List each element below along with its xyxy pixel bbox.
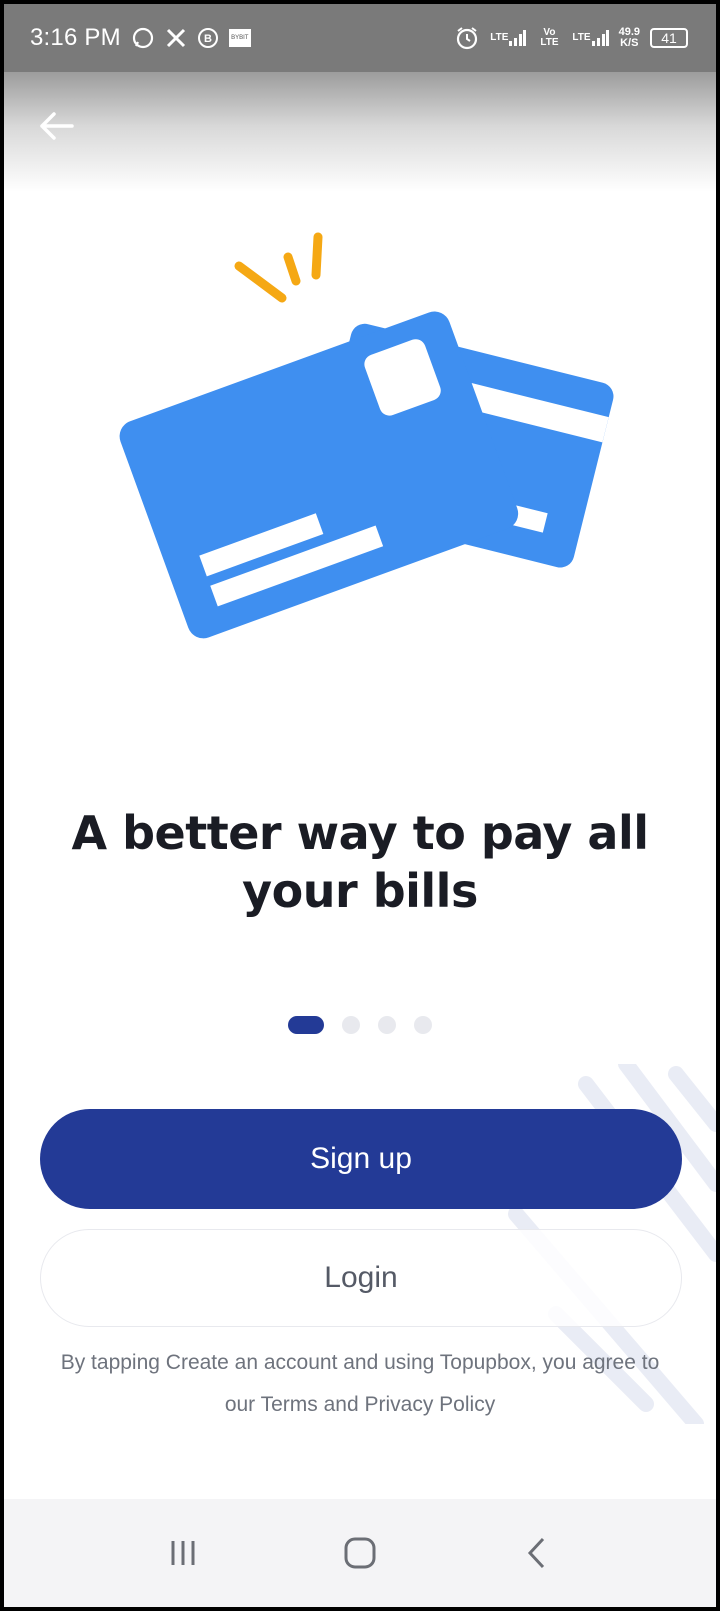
signal-lte-icon: LTE <box>490 29 527 47</box>
header-background <box>4 72 716 192</box>
pager-dot-2[interactable] <box>342 1016 360 1034</box>
x-icon <box>165 27 187 49</box>
terms-text: By tapping Create an account and using T… <box>60 1351 660 1416</box>
battery-icon: 41 <box>650 28 688 48</box>
signup-button[interactable]: Sign up <box>40 1109 682 1209</box>
home-button[interactable] <box>330 1523 390 1583</box>
home-icon <box>344 1537 376 1569</box>
status-left: 3:16 PM B BYBIT <box>30 24 251 52</box>
svg-text:B: B <box>204 33 212 45</box>
lte-label-2: LTE <box>572 32 591 43</box>
front-card <box>119 311 519 639</box>
signal-lte-icon-2: LTE <box>572 29 609 47</box>
onboarding-headline: A better way to pay all your bills <box>71 806 649 918</box>
status-bar: 3:16 PM B BYBIT LTE Vo LTE LTE 49.9 K/S … <box>4 4 716 72</box>
b-circle-icon: B <box>197 27 219 49</box>
back-button[interactable] <box>34 104 78 148</box>
alarm-icon <box>454 25 480 51</box>
credit-cards-illustration <box>119 232 614 639</box>
status-right: LTE Vo LTE LTE 49.9 K/S 41 <box>454 25 688 51</box>
recent-apps-icon <box>171 1541 195 1565</box>
lte-label-1: LTE <box>490 32 509 43</box>
pager-indicator <box>4 1016 716 1034</box>
sparkle-lines <box>234 232 323 303</box>
volte-label: Vo LTE <box>540 27 559 48</box>
nav-back-button[interactable] <box>507 1523 567 1583</box>
status-time: 3:16 PM <box>30 24 121 51</box>
pager-dot-3[interactable] <box>378 1016 396 1034</box>
pager-dot-4[interactable] <box>414 1016 432 1034</box>
whatsapp-icon <box>131 26 155 50</box>
net-speed-unit: K/S <box>620 37 639 49</box>
app-screen: 3:16 PM B BYBIT LTE Vo LTE LTE 49.9 K/S … <box>4 4 716 1607</box>
battery-level: 41 <box>661 30 677 46</box>
system-nav-bar <box>4 1499 716 1607</box>
network-speed: 49.9 K/S <box>619 27 640 49</box>
chevron-left-icon <box>528 1537 545 1569</box>
pager-dot-1[interactable] <box>288 1016 324 1034</box>
bybit-icon: BYBIT <box>228 29 251 47</box>
recent-apps-button[interactable] <box>153 1523 213 1583</box>
arrow-left-icon <box>40 112 74 140</box>
login-button[interactable]: Login <box>40 1229 682 1327</box>
